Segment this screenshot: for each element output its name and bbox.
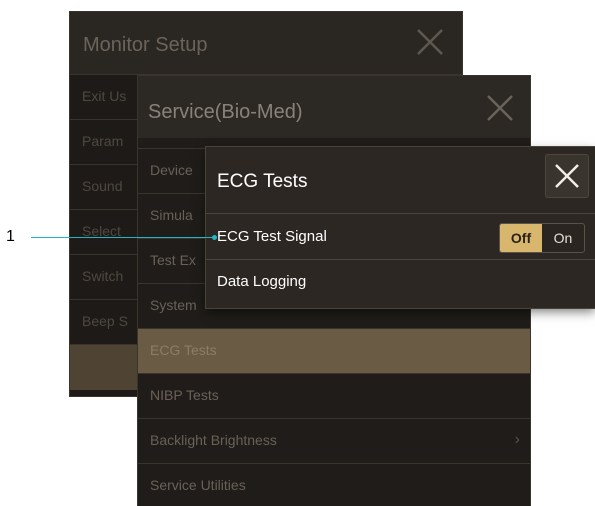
ecg-test-signal-toggle[interactable]: Off On <box>499 223 585 253</box>
menu-item-label: Test Ex <box>150 252 196 268</box>
service-item[interactable]: Service Utilities <box>138 463 530 506</box>
callout-number: 1 <box>6 228 15 245</box>
ecg-tests-title: ECG Tests <box>217 171 308 192</box>
callout-leader-line <box>31 237 214 238</box>
menu-item-label: Switch <box>82 268 124 284</box>
ecg-tests-dialog: ECG Tests ECG Test Signal Off On Data Lo… <box>206 147 595 308</box>
monitor-setup-header: Monitor Setup <box>70 12 462 74</box>
service-item[interactable]: NIBP Tests <box>138 373 530 419</box>
toggle-off-option[interactable]: Off <box>500 224 542 252</box>
ecg-test-signal-row: ECG Test Signal Off On <box>206 213 595 259</box>
service-biomed-close-button[interactable] <box>480 88 520 128</box>
close-icon <box>487 95 513 121</box>
close-icon <box>555 164 579 188</box>
menu-item-label: System <box>150 297 197 313</box>
menu-item-label: Beep S <box>82 313 128 329</box>
ecg-tests-close-button[interactable] <box>545 154 589 198</box>
ecg-test-signal-label: ECG Test Signal <box>217 228 327 245</box>
menu-item-label: Backlight Brightness <box>150 432 277 448</box>
chevron-right-icon: › <box>514 431 520 448</box>
menu-item-label: Exit Us <box>82 88 127 104</box>
menu-item-label: Sound <box>82 178 123 194</box>
menu-item-label: Device <box>150 162 193 178</box>
callout-leader-dot <box>212 235 217 240</box>
monitor-setup-title: Monitor Setup <box>83 34 208 56</box>
monitor-setup-close-button[interactable] <box>410 22 450 62</box>
data-logging-row[interactable]: Data Logging <box>206 259 595 305</box>
service-item-ecg-tests[interactable]: ECG Tests <box>138 328 530 374</box>
screenshot-canvas: Monitor Setup Exit Us Param Sound Select… <box>0 0 595 506</box>
close-icon <box>417 29 443 55</box>
menu-item-label: Simula <box>150 207 193 223</box>
menu-item-label: Param <box>82 133 124 149</box>
service-biomed-title: Service(Bio-Med) <box>148 101 303 123</box>
toggle-on-option[interactable]: On <box>542 224 584 252</box>
menu-item-label: Service Utilities <box>150 477 246 493</box>
menu-item-label: ECG Tests <box>150 342 217 358</box>
service-item[interactable]: Backlight Brightness › <box>138 418 530 464</box>
service-biomed-header: Service(Bio-Med) <box>138 76 530 138</box>
ecg-tests-header: ECG Tests <box>206 147 595 213</box>
data-logging-label: Data Logging <box>217 273 307 290</box>
menu-item-label: NIBP Tests <box>150 387 219 403</box>
